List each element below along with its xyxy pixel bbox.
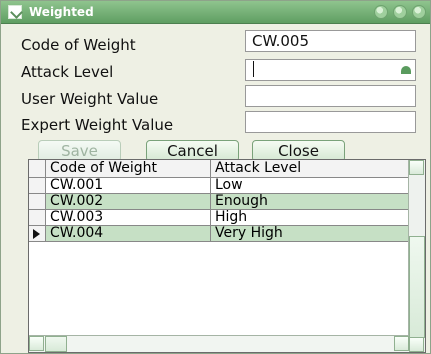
code-of-weight-label: Code of Weight xyxy=(21,36,136,54)
vertical-scroll-thumb[interactable] xyxy=(409,236,425,338)
table-cell[interactable]: CW.004 xyxy=(46,226,211,242)
expert-weight-value-label: Expert Weight Value xyxy=(21,116,174,134)
scroll-up-icon[interactable] xyxy=(409,160,424,175)
attack-level-label: Attack Level xyxy=(21,63,114,81)
table-cell[interactable]: Low xyxy=(211,178,409,194)
window-icon xyxy=(8,5,22,19)
close-icon[interactable] xyxy=(412,5,426,19)
scroll-right-icon[interactable] xyxy=(394,336,409,351)
weight-grid[interactable]: Code of Weight Attack Level CW.001 Low C… xyxy=(28,159,426,353)
scroll-down-icon[interactable] xyxy=(409,337,424,352)
table-cell[interactable]: Very High xyxy=(211,226,409,242)
table-cell[interactable]: CW.001 xyxy=(46,178,211,194)
row-header[interactable] xyxy=(29,178,46,194)
table-cell[interactable]: Enough xyxy=(211,194,409,210)
expert-weight-value-field[interactable] xyxy=(245,111,416,133)
table-cell[interactable]: CW.003 xyxy=(46,210,211,226)
vertical-scrollbar[interactable] xyxy=(408,160,425,352)
horizontal-scroll-thumb[interactable] xyxy=(45,336,67,352)
dropdown-icon[interactable] xyxy=(401,66,411,74)
row-header[interactable] xyxy=(29,210,46,226)
column-header-code[interactable]: Code of Weight xyxy=(46,160,211,178)
table-cell[interactable]: High xyxy=(211,210,409,226)
row-header[interactable] xyxy=(29,194,46,210)
code-of-weight-value: CW.005 xyxy=(252,32,309,50)
user-weight-value-label: User Weight Value xyxy=(21,90,159,108)
attack-level-combo[interactable] xyxy=(245,59,416,81)
horizontal-scrollbar[interactable] xyxy=(29,335,409,352)
code-of-weight-field[interactable]: CW.005 xyxy=(245,30,416,52)
current-row-pointer-icon xyxy=(33,229,40,239)
text-cursor xyxy=(253,61,254,77)
weighted-window: Weighted Code of Weight CW.005 Attack Le… xyxy=(0,0,431,354)
grid-corner xyxy=(29,160,46,178)
user-weight-value-field[interactable] xyxy=(245,85,416,107)
title-bar[interactable]: Weighted xyxy=(1,1,430,24)
scroll-left-icon[interactable] xyxy=(29,336,44,351)
column-header-attack-level[interactable]: Attack Level xyxy=(211,160,409,178)
minimize-icon[interactable] xyxy=(374,5,388,19)
window-title: Weighted xyxy=(29,5,94,19)
selected-row-header[interactable] xyxy=(29,226,46,242)
maximize-icon[interactable] xyxy=(393,5,407,19)
table-cell[interactable]: CW.002 xyxy=(46,194,211,210)
